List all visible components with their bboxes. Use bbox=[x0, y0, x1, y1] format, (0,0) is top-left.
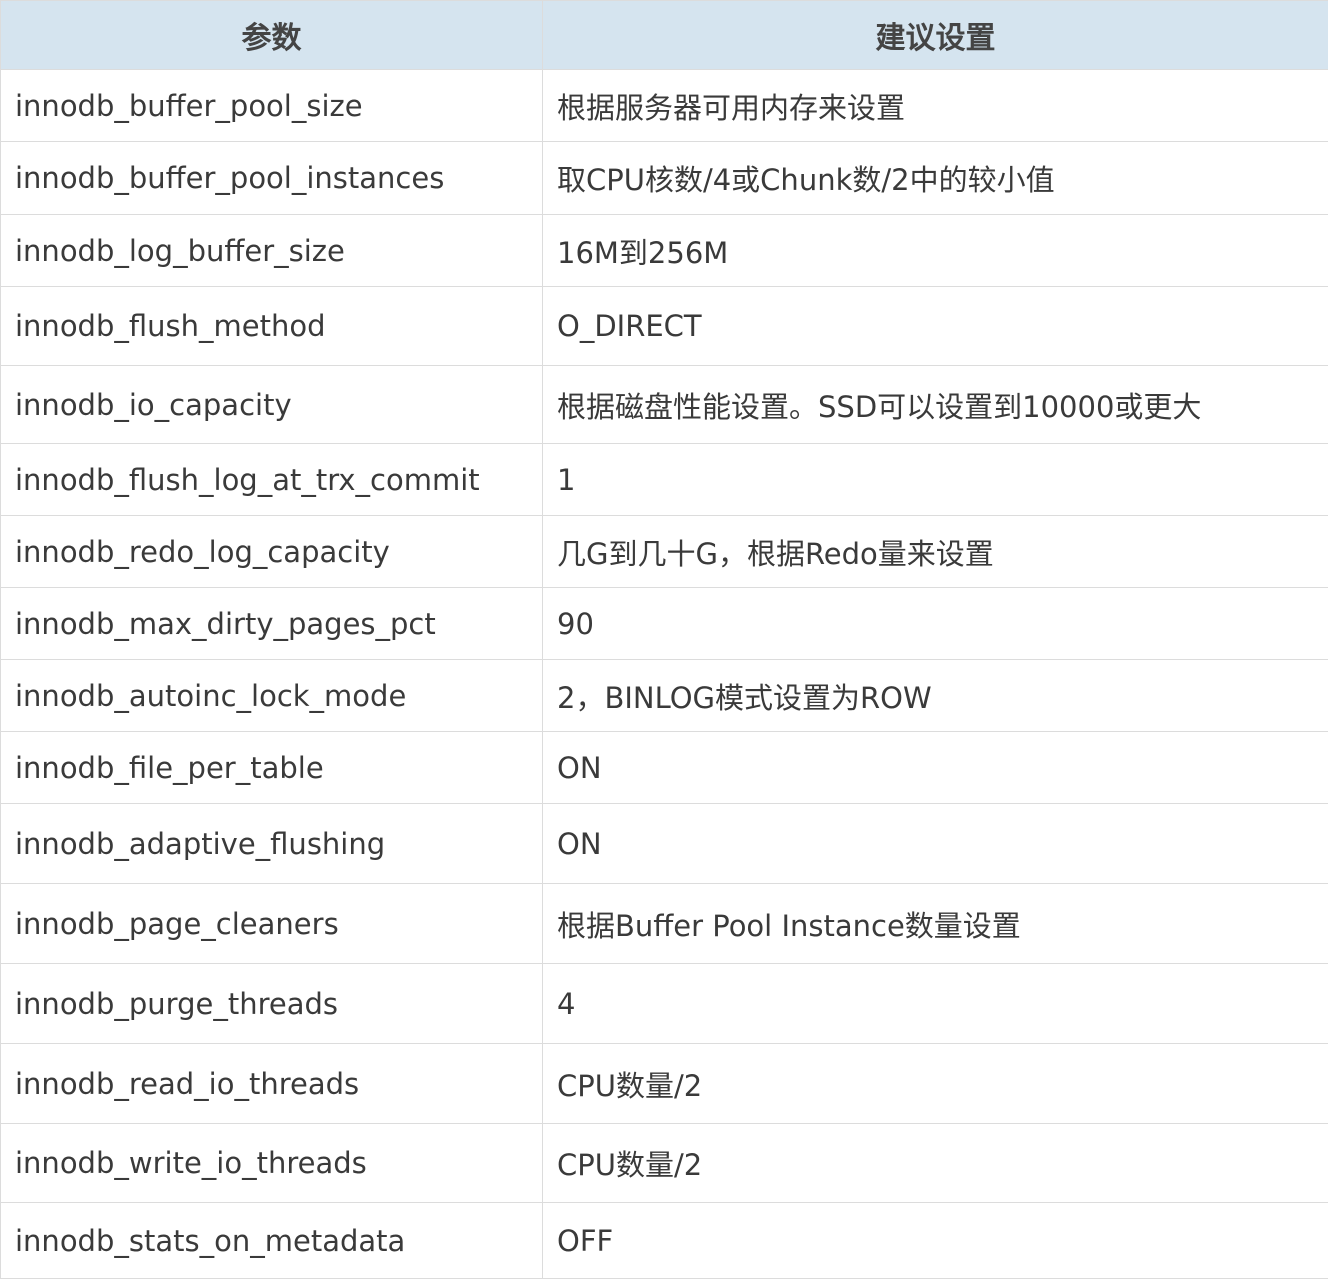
param-cell: innodb_adaptive_flushing bbox=[0, 803, 543, 884]
value-cell: O_DIRECT bbox=[542, 286, 1328, 366]
table-row: innodb_redo_log_capacity 几G到几十G，根据Redo量来… bbox=[0, 515, 1328, 588]
param-cell: innodb_stats_on_metadata bbox=[0, 1202, 543, 1279]
value-cell: ON bbox=[542, 803, 1328, 884]
param-cell: innodb_buffer_pool_instances bbox=[0, 141, 543, 215]
param-cell: innodb_file_per_table bbox=[0, 731, 543, 804]
value-cell: 几G到几十G，根据Redo量来设置 bbox=[542, 515, 1328, 588]
value-cell: OFF bbox=[542, 1202, 1328, 1279]
table-row: innodb_flush_method O_DIRECT bbox=[0, 286, 1328, 366]
value-cell: CPU数量/2 bbox=[542, 1123, 1328, 1203]
table-row: innodb_buffer_pool_size 根据服务器可用内存来设置 bbox=[0, 69, 1328, 142]
table-row: innodb_log_buffer_size 16M到256M bbox=[0, 214, 1328, 287]
param-cell: innodb_max_dirty_pages_pct bbox=[0, 587, 543, 660]
table-row: innodb_write_io_threads CPU数量/2 bbox=[0, 1123, 1328, 1203]
value-cell: 取CPU核数/4或Chunk数/2中的较小值 bbox=[542, 141, 1328, 215]
table-row: innodb_purge_threads 4 bbox=[0, 963, 1328, 1044]
value-cell: 4 bbox=[542, 963, 1328, 1044]
table-row: innodb_page_cleaners 根据Buffer Pool Insta… bbox=[0, 883, 1328, 964]
param-cell: innodb_log_buffer_size bbox=[0, 214, 543, 287]
header-value: 建议设置 bbox=[542, 0, 1328, 70]
header-row: 参数 建议设置 bbox=[0, 0, 1328, 70]
value-cell: 根据Buffer Pool Instance数量设置 bbox=[542, 883, 1328, 964]
param-cell: innodb_page_cleaners bbox=[0, 883, 543, 964]
table-row: innodb_adaptive_flushing ON bbox=[0, 803, 1328, 884]
table-row: innodb_read_io_threads CPU数量/2 bbox=[0, 1043, 1328, 1124]
value-cell: ON bbox=[542, 731, 1328, 804]
param-cell: innodb_flush_log_at_trx_commit bbox=[0, 443, 543, 516]
table-header: 参数 建议设置 bbox=[0, 0, 1328, 70]
param-cell: innodb_redo_log_capacity bbox=[0, 515, 543, 588]
value-cell: 根据磁盘性能设置。SSD可以设置到10000或更大 bbox=[542, 365, 1328, 444]
value-cell: 90 bbox=[542, 587, 1328, 660]
table-row: innodb_flush_log_at_trx_commit 1 bbox=[0, 443, 1328, 516]
param-cell: innodb_read_io_threads bbox=[0, 1043, 543, 1124]
param-cell: innodb_autoinc_lock_mode bbox=[0, 659, 543, 732]
table-row: innodb_stats_on_metadata OFF bbox=[0, 1202, 1328, 1279]
param-cell: innodb_io_capacity bbox=[0, 365, 543, 444]
table-row: innodb_buffer_pool_instances 取CPU核数/4或Ch… bbox=[0, 141, 1328, 215]
table-row: innodb_io_capacity 根据磁盘性能设置。SSD可以设置到1000… bbox=[0, 365, 1328, 444]
param-cell: innodb_flush_method bbox=[0, 286, 543, 366]
param-cell: innodb_purge_threads bbox=[0, 963, 543, 1044]
param-cell: innodb_buffer_pool_size bbox=[0, 69, 543, 142]
table-row: innodb_autoinc_lock_mode 2，BINLOG模式设置为RO… bbox=[0, 659, 1328, 732]
value-cell: 16M到256M bbox=[542, 214, 1328, 287]
value-cell: 根据服务器可用内存来设置 bbox=[542, 69, 1328, 142]
parameter-table: 参数 建议设置 innodb_buffer_pool_size 根据服务器可用内… bbox=[0, 0, 1328, 1279]
value-cell: 2，BINLOG模式设置为ROW bbox=[542, 659, 1328, 732]
value-cell: CPU数量/2 bbox=[542, 1043, 1328, 1124]
table-row: innodb_max_dirty_pages_pct 90 bbox=[0, 587, 1328, 660]
table-body: innodb_buffer_pool_size 根据服务器可用内存来设置 inn… bbox=[0, 69, 1328, 1279]
table-row: innodb_file_per_table ON bbox=[0, 731, 1328, 804]
value-cell: 1 bbox=[542, 443, 1328, 516]
header-param: 参数 bbox=[0, 0, 543, 70]
param-cell: innodb_write_io_threads bbox=[0, 1123, 543, 1203]
